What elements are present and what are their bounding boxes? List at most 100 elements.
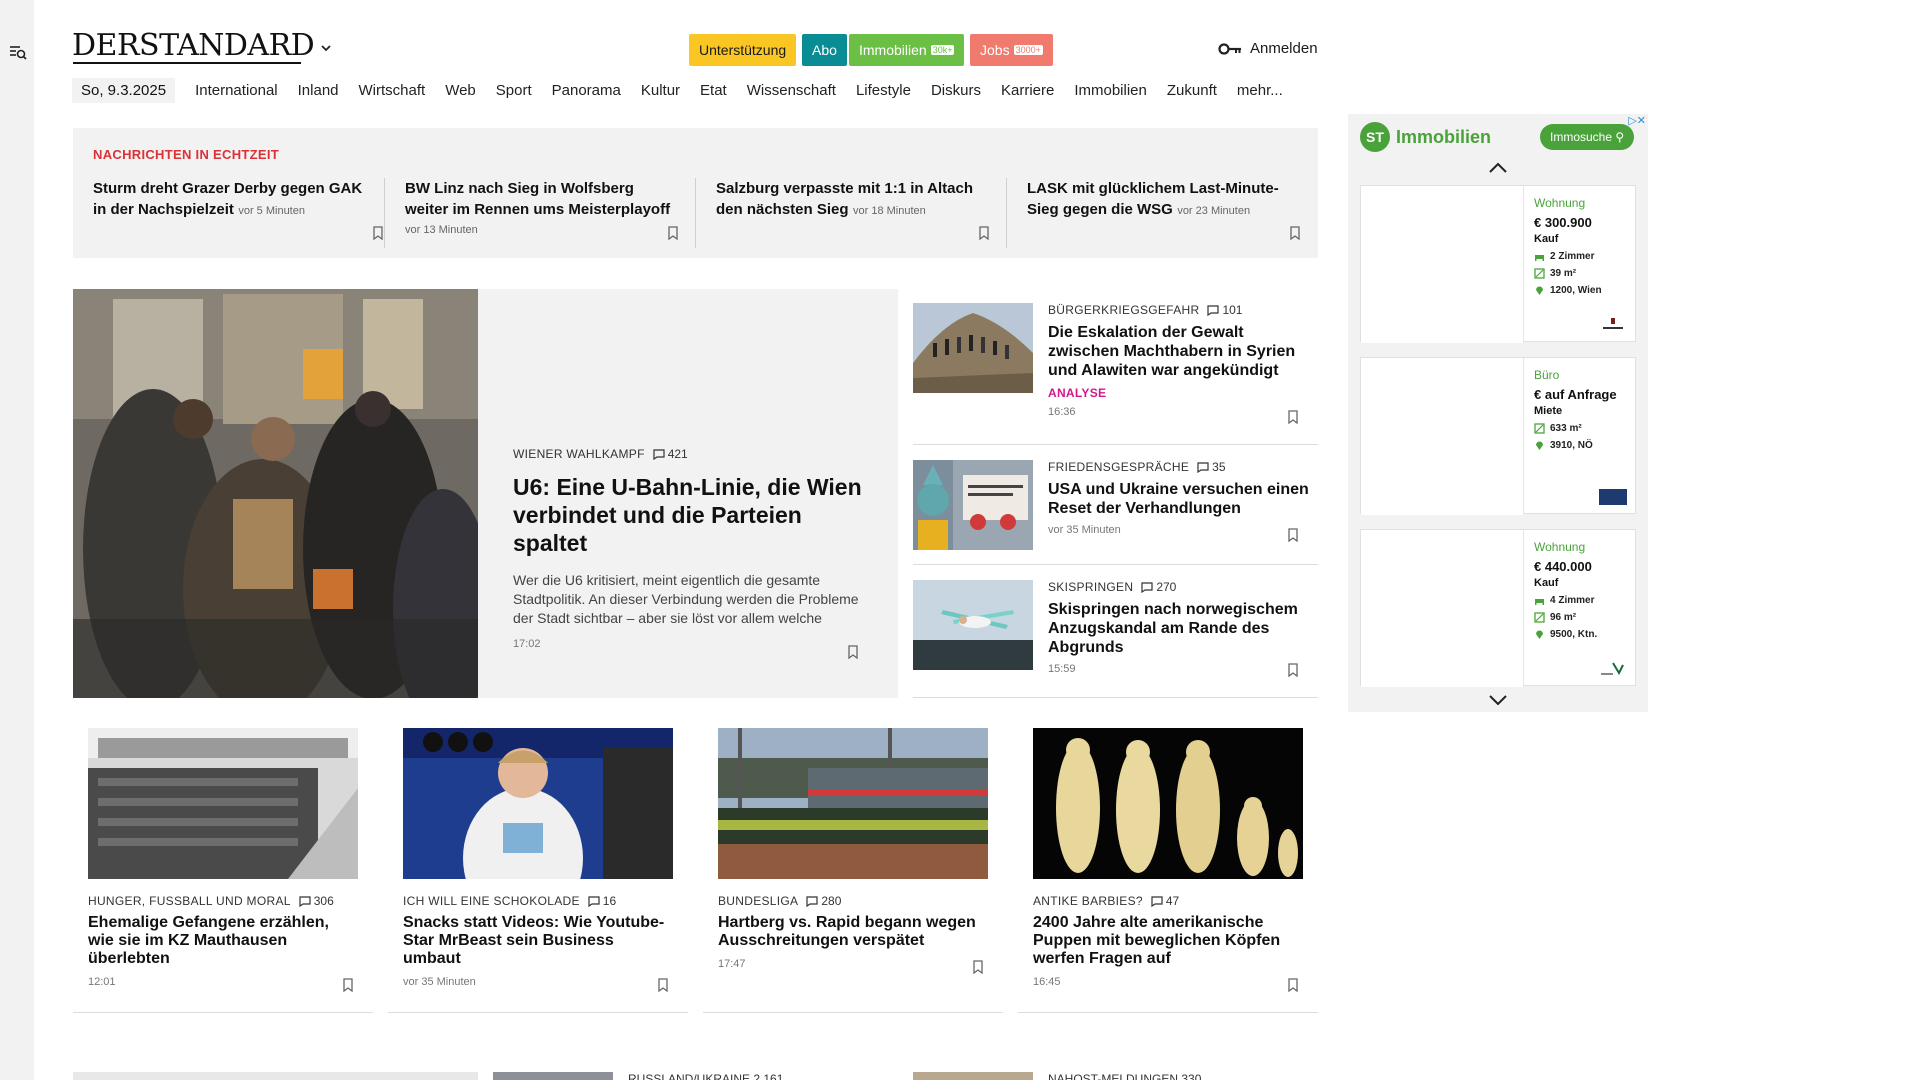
lead-story[interactable]: WIENER WAHLKAMPF 421 U6: Eine U-Bahn-Lin… (73, 289, 898, 698)
chevron-down-icon[interactable] (320, 44, 332, 52)
story-card[interactable]: ICH WILL EINE SCHOKOLADE 16 Snacks statt… (388, 728, 688, 1013)
ticker-item[interactable]: BW Linz nach Sieg in Wolfsberg weiter im… (384, 178, 695, 248)
login-button[interactable]: Anmelden (1218, 40, 1318, 57)
nav-web[interactable]: Web (435, 82, 486, 99)
card-kicker-text: BUNDESLIGA (718, 894, 799, 908)
listing-image[interactable] (1361, 530, 1524, 687)
side-kicker-text: FRIEDENSGESPRÄCHE (1048, 460, 1190, 474)
story-card-image[interactable] (718, 728, 988, 879)
nav-kultur[interactable]: Kultur (631, 82, 690, 99)
nav-inland[interactable]: Inland (288, 82, 349, 99)
nav-international[interactable]: International (185, 82, 288, 99)
story-card-image[interactable] (403, 728, 673, 879)
side-story[interactable]: BÜRGERKRIEGSGEFAHR 101 Die Eskalation de… (913, 289, 1318, 445)
nav-more[interactable]: mehr... (1227, 82, 1293, 99)
bookmark-icon[interactable] (668, 226, 678, 240)
immobilien-button[interactable]: Immobilien 30k+ (849, 34, 965, 66)
story-card[interactable]: ANTIKE BARBIES? 47 2400 Jahre alte ameri… (1018, 728, 1318, 1013)
ad-choices-icon[interactable]: ▷✕ (1628, 114, 1646, 127)
nav-zukunft[interactable]: Zukunft (1157, 82, 1227, 99)
lead-headline[interactable]: U6: Eine U-Bahn-Linie, die Wien verbinde… (513, 473, 873, 557)
ticker-headline[interactable]: BW Linz nach Sieg in Wolfsberg weiter im… (405, 180, 670, 218)
ad-brand[interactable]: ST Immobilien (1360, 122, 1491, 152)
support-button[interactable]: Unterstützung (689, 34, 797, 66)
location-pin-icon (1536, 630, 1543, 639)
comment-count[interactable]: 306 (299, 894, 334, 908)
lead-story-image[interactable] (73, 289, 478, 698)
site-logo[interactable]: DERSTANDARD (72, 28, 315, 63)
card-headline[interactable]: Snacks statt Videos: Wie Youtube-Star Mr… (403, 914, 673, 968)
bookmark-icon[interactable] (973, 960, 983, 974)
nav-etat[interactable]: Etat (690, 82, 737, 99)
side-story-image[interactable] (913, 303, 1033, 393)
listing-info: Büro € auf Anfrage Miete 633 m² 3910, NÖ (1534, 368, 1632, 451)
ad-listing[interactable]: Büro € auf Anfrage Miete 633 m² 3910, NÖ (1360, 357, 1636, 515)
side-headline[interactable]: USA und Ukraine versuchen einen Reset de… (1048, 480, 1313, 518)
ad-listing[interactable]: Wohnung € 440.000 Kauf 4 Zimmer 96 m² 95… (1360, 529, 1636, 687)
immosuche-button[interactable]: Immosuche ⚲ (1540, 124, 1635, 150)
side-story-image[interactable] (913, 580, 1033, 670)
bed-icon (1535, 599, 1544, 605)
bookmark-icon[interactable] (1288, 410, 1298, 424)
comment-count[interactable]: 16 (588, 894, 616, 908)
listing-price: € 440.000 (1534, 559, 1592, 574)
nav-sport[interactable]: Sport (486, 82, 542, 99)
comment-count[interactable]: 270 (1141, 580, 1176, 594)
bookmark-icon[interactable] (1290, 226, 1300, 240)
card-headline[interactable]: 2400 Jahre alte amerikanische Puppen mit… (1033, 914, 1303, 968)
ticker-headline[interactable]: Salzburg verpasste mit 1:1 in Altach den… (716, 180, 973, 218)
nav-panorama[interactable]: Panorama (542, 82, 631, 99)
nav-wissenschaft[interactable]: Wissenschaft (737, 82, 846, 99)
menu-search-icon[interactable] (9, 44, 27, 60)
story-card[interactable]: HUNGER, FUSSBALL UND MORAL 306 Ehemalige… (73, 728, 373, 1013)
side-headline[interactable]: Skispringen nach norwegischem Anzugskand… (1048, 600, 1313, 657)
nav-wirtschaft[interactable]: Wirtschaft (349, 82, 436, 99)
ad-brand-label: Immobilien (1396, 126, 1492, 147)
ticker-item[interactable]: Sturm dreht Grazer Derby gegen GAK in de… (93, 178, 388, 248)
ticker-time: vor 13 Minuten (405, 224, 478, 236)
bookmark-icon[interactable] (1288, 663, 1298, 677)
next-row-teaser (73, 1072, 478, 1080)
card-kicker-text: HUNGER, FUSSBALL UND MORAL (88, 894, 291, 908)
story-card-image[interactable] (88, 728, 358, 879)
side-story[interactable]: FRIEDENSGESPRÄCHE 35 USA und Ukraine ver… (913, 445, 1318, 565)
ticker-item[interactable]: Salzburg verpasste mit 1:1 in Altach den… (695, 178, 1006, 248)
area-icon (1534, 423, 1545, 434)
jobs-count-badge: 3000+ (1013, 45, 1043, 55)
chevron-down-icon[interactable] (1488, 694, 1508, 706)
side-story[interactable]: SKISPRINGEN 270 Skispringen nach norwegi… (913, 565, 1318, 698)
comment-count[interactable]: 280 (806, 894, 841, 908)
ticker-item[interactable]: LASK mit glücklichem Last-Minute-Sieg ge… (1006, 178, 1306, 248)
listing-image[interactable] (1361, 358, 1524, 515)
abo-button[interactable]: Abo (802, 34, 847, 66)
bookmark-icon[interactable] (848, 645, 858, 659)
card-headline[interactable]: Hartberg vs. Rapid begann wegen Ausschre… (718, 914, 988, 950)
comment-count-value: 421 (667, 447, 688, 461)
analysis-label: ANALYSE (1048, 386, 1107, 400)
chevron-up-icon[interactable] (1488, 162, 1508, 174)
story-card-image[interactable] (1033, 728, 1303, 879)
comment-count[interactable]: 47 (1151, 894, 1179, 908)
nav-immobilien[interactable]: Immobilien (1064, 82, 1157, 99)
bookmark-icon[interactable] (1288, 528, 1298, 542)
comment-count[interactable]: 101 (1207, 303, 1242, 317)
bookmark-icon[interactable] (979, 226, 989, 240)
listing-image[interactable] (1361, 186, 1524, 343)
comment-count[interactable]: 35 (1197, 460, 1226, 474)
bookmark-icon[interactable] (1288, 978, 1298, 992)
comment-count-value: 270 (1156, 580, 1177, 594)
bookmark-icon[interactable] (373, 226, 383, 240)
side-story-image[interactable] (913, 460, 1033, 550)
comment-count[interactable]: 421 (653, 447, 688, 461)
side-headline[interactable]: Die Eskalation der Gewalt zwischen Macht… (1048, 323, 1313, 380)
nav-lifestyle[interactable]: Lifestyle (846, 82, 921, 99)
bookmark-icon[interactable] (343, 978, 353, 992)
nav-karriere[interactable]: Karriere (991, 82, 1064, 99)
story-card[interactable]: BUNDESLIGA 280 Hartberg vs. Rapid begann… (703, 728, 1003, 1013)
ad-listing[interactable]: Wohnung € 300.900 Kauf 2 Zimmer 39 m² 12… (1360, 185, 1636, 343)
card-headline[interactable]: Ehemalige Gefangene erzählen, wie sie im… (88, 914, 358, 968)
jobs-button[interactable]: Jobs 3000+ (970, 34, 1053, 66)
bookmark-icon[interactable] (658, 978, 668, 992)
ticker-headline[interactable]: Sturm dreht Grazer Derby gegen GAK in de… (93, 180, 362, 218)
nav-diskurs[interactable]: Diskurs (921, 82, 991, 99)
